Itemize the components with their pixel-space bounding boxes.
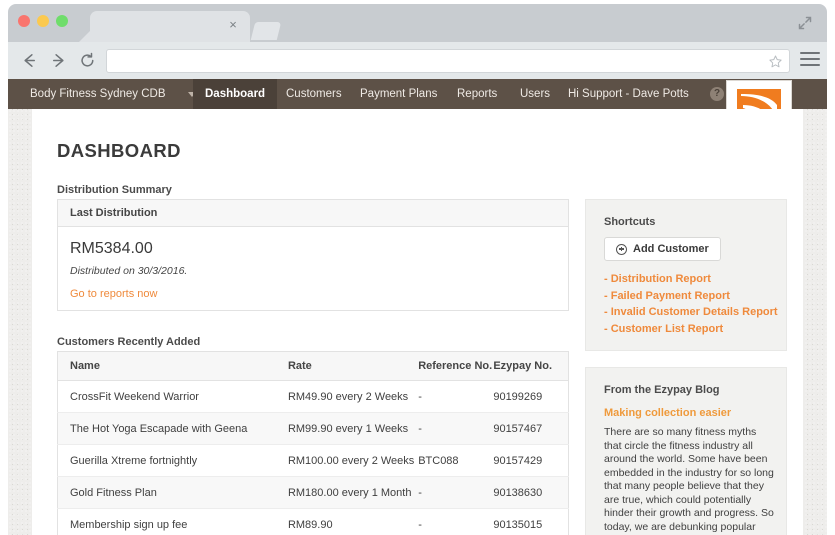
table-row[interactable]: Gold Fitness Plan RM180.00 every 1 Month… xyxy=(57,476,569,509)
customers-recently-added-label: Customers Recently Added xyxy=(57,336,201,348)
table-row[interactable]: The Hot Yoga Escapade with Geena RM99.90… xyxy=(57,412,569,445)
cell-rate: RM49.90 every 2 Weeks xyxy=(287,380,419,413)
last-distribution-card: Last Distribution RM5384.00 Distributed … xyxy=(57,199,569,311)
browser-window: × Body Fitness Sydney CDB Dashboard Cust… xyxy=(0,0,835,535)
table-row[interactable]: CrossFit Weekend Warrior RM49.90 every 2… xyxy=(57,380,569,413)
table-row[interactable]: Guerilla Xtreme fortnightly RM100.00 eve… xyxy=(57,444,569,477)
help-icon[interactable]: ? xyxy=(710,87,724,101)
user-greeting[interactable]: Hi Support - Dave Potts xyxy=(568,79,689,109)
cell-reference: - xyxy=(418,412,494,445)
cell-reference: - xyxy=(418,476,494,509)
page-content-area: DASHBOARD Distribution Summary Last Dist… xyxy=(32,109,803,535)
org-selector-dropdown[interactable]: Body Fitness Sydney CDB xyxy=(30,79,196,109)
distribution-summary-label: Distribution Summary xyxy=(57,184,172,196)
table-head: Name Rate Reference No. Ezypay No. xyxy=(57,351,569,381)
add-customer-label: Add Customer xyxy=(633,243,709,255)
customers-recently-added-table: Name Rate Reference No. Ezypay No. Cross… xyxy=(57,351,569,535)
cell-ezypay: 90157429 xyxy=(493,444,569,477)
column-header-reference: Reference No. xyxy=(418,351,494,381)
hamburger-menu-icon[interactable] xyxy=(800,52,820,68)
shortcut-link-customer-list-report[interactable]: - Customer List Report xyxy=(604,321,778,338)
address-bar[interactable] xyxy=(106,49,790,73)
table-header-row: Name Rate Reference No. Ezypay No. xyxy=(57,351,569,381)
distribution-amount: RM5384.00 xyxy=(70,240,153,257)
cell-name: Gold Fitness Plan xyxy=(57,476,288,509)
cell-ezypay: 90135015 xyxy=(493,508,569,535)
expand-icon[interactable] xyxy=(797,15,813,31)
plus-circle-icon xyxy=(616,243,627,255)
close-icon[interactable]: × xyxy=(226,18,240,32)
ezypay-blog-panel: From the Ezypay Blog Making collection e… xyxy=(585,367,787,535)
shortcuts-panel: Shortcuts Add Customer - Distribution Re… xyxy=(585,199,787,351)
app-viewport: Body Fitness Sydney CDB Dashboard Custom… xyxy=(8,79,827,535)
cell-rate: RM180.00 every 1 Month xyxy=(287,476,419,509)
add-customer-button[interactable]: Add Customer xyxy=(604,237,721,261)
window-minimize-button[interactable] xyxy=(37,15,49,27)
cell-name: Guerilla Xtreme fortnightly xyxy=(57,444,288,477)
table-row[interactable]: Membership sign up fee RM89.90 - 9013501… xyxy=(57,508,569,535)
cell-rate: RM100.00 every 2 Weeks xyxy=(287,444,419,477)
window-close-button[interactable] xyxy=(18,15,30,27)
new-tab-button[interactable] xyxy=(250,22,282,40)
forward-icon[interactable] xyxy=(49,51,68,70)
nav-item-users[interactable]: Users xyxy=(508,79,562,109)
nav-item-dashboard[interactable]: Dashboard xyxy=(193,79,278,109)
nav-item-payment-plans[interactable]: Payment Plans xyxy=(348,79,449,109)
user-greeting-label: Hi Support - Dave Potts xyxy=(568,88,689,100)
reload-icon[interactable] xyxy=(78,51,97,70)
app-navigation-bar: Body Fitness Sydney CDB Dashboard Custom… xyxy=(8,79,827,109)
cell-rate: RM89.90 xyxy=(287,508,419,535)
nav-item-label: Users xyxy=(520,88,551,100)
browser-toolbar xyxy=(8,42,827,79)
distribution-date: Distributed on 30/3/2016. xyxy=(70,265,188,277)
shortcut-links-list: - Distribution Report - Failed Payment R… xyxy=(604,271,778,337)
column-header-name: Name xyxy=(57,351,288,381)
window-controls xyxy=(18,15,68,27)
table-body: CrossFit Weekend Warrior RM49.90 every 2… xyxy=(57,380,569,535)
nav-item-label: Payment Plans xyxy=(360,88,438,100)
cell-ezypay: 90199269 xyxy=(493,380,569,413)
nav-item-label: Reports xyxy=(457,88,498,100)
page-title: DASHBOARD xyxy=(57,140,181,161)
nav-item-label: Customers xyxy=(286,88,342,100)
cell-reference: - xyxy=(418,380,494,413)
blog-post-excerpt: There are so many fitness myths that cir… xyxy=(604,426,774,535)
go-to-reports-link[interactable]: Go to reports now xyxy=(70,288,157,300)
cell-rate: RM99.90 every 1 Weeks xyxy=(287,412,419,445)
nav-item-label: Dashboard xyxy=(205,88,266,100)
bookmark-star-icon[interactable] xyxy=(768,54,783,69)
url-input[interactable] xyxy=(116,50,756,72)
shortcuts-panel-title: Shortcuts xyxy=(604,216,656,228)
nav-item-reports[interactable]: Reports xyxy=(445,79,509,109)
blog-panel-title: From the Ezypay Blog xyxy=(604,384,720,396)
column-header-ezypay: Ezypay No. xyxy=(493,351,569,381)
nav-item-customers[interactable]: Customers xyxy=(274,79,354,109)
browser-tab[interactable]: × xyxy=(90,11,250,42)
cell-name: Membership sign up fee xyxy=(57,508,288,535)
cell-name: The Hot Yoga Escapade with Geena xyxy=(57,412,288,445)
cell-name: CrossFit Weekend Warrior xyxy=(57,380,288,413)
browser-title-bar: × xyxy=(8,4,827,42)
window-maximize-button[interactable] xyxy=(56,15,68,27)
cell-reference: BTC088 xyxy=(418,444,494,477)
cell-reference: - xyxy=(418,508,494,535)
back-icon[interactable] xyxy=(20,51,39,70)
shortcut-link-failed-payment-report[interactable]: - Failed Payment Report xyxy=(604,288,778,305)
cell-ezypay: 90157467 xyxy=(493,412,569,445)
card-header: Last Distribution xyxy=(58,200,568,227)
shortcut-link-invalid-customer-details-report[interactable]: - Invalid Customer Details Report xyxy=(604,304,778,321)
shortcut-link-distribution-report[interactable]: - Distribution Report xyxy=(604,271,778,288)
blog-post-title-link[interactable]: Making collection easier xyxy=(604,407,731,419)
org-name-label: Body Fitness Sydney CDB xyxy=(30,88,166,100)
cell-ezypay: 90138630 xyxy=(493,476,569,509)
column-header-rate: Rate xyxy=(287,351,419,381)
